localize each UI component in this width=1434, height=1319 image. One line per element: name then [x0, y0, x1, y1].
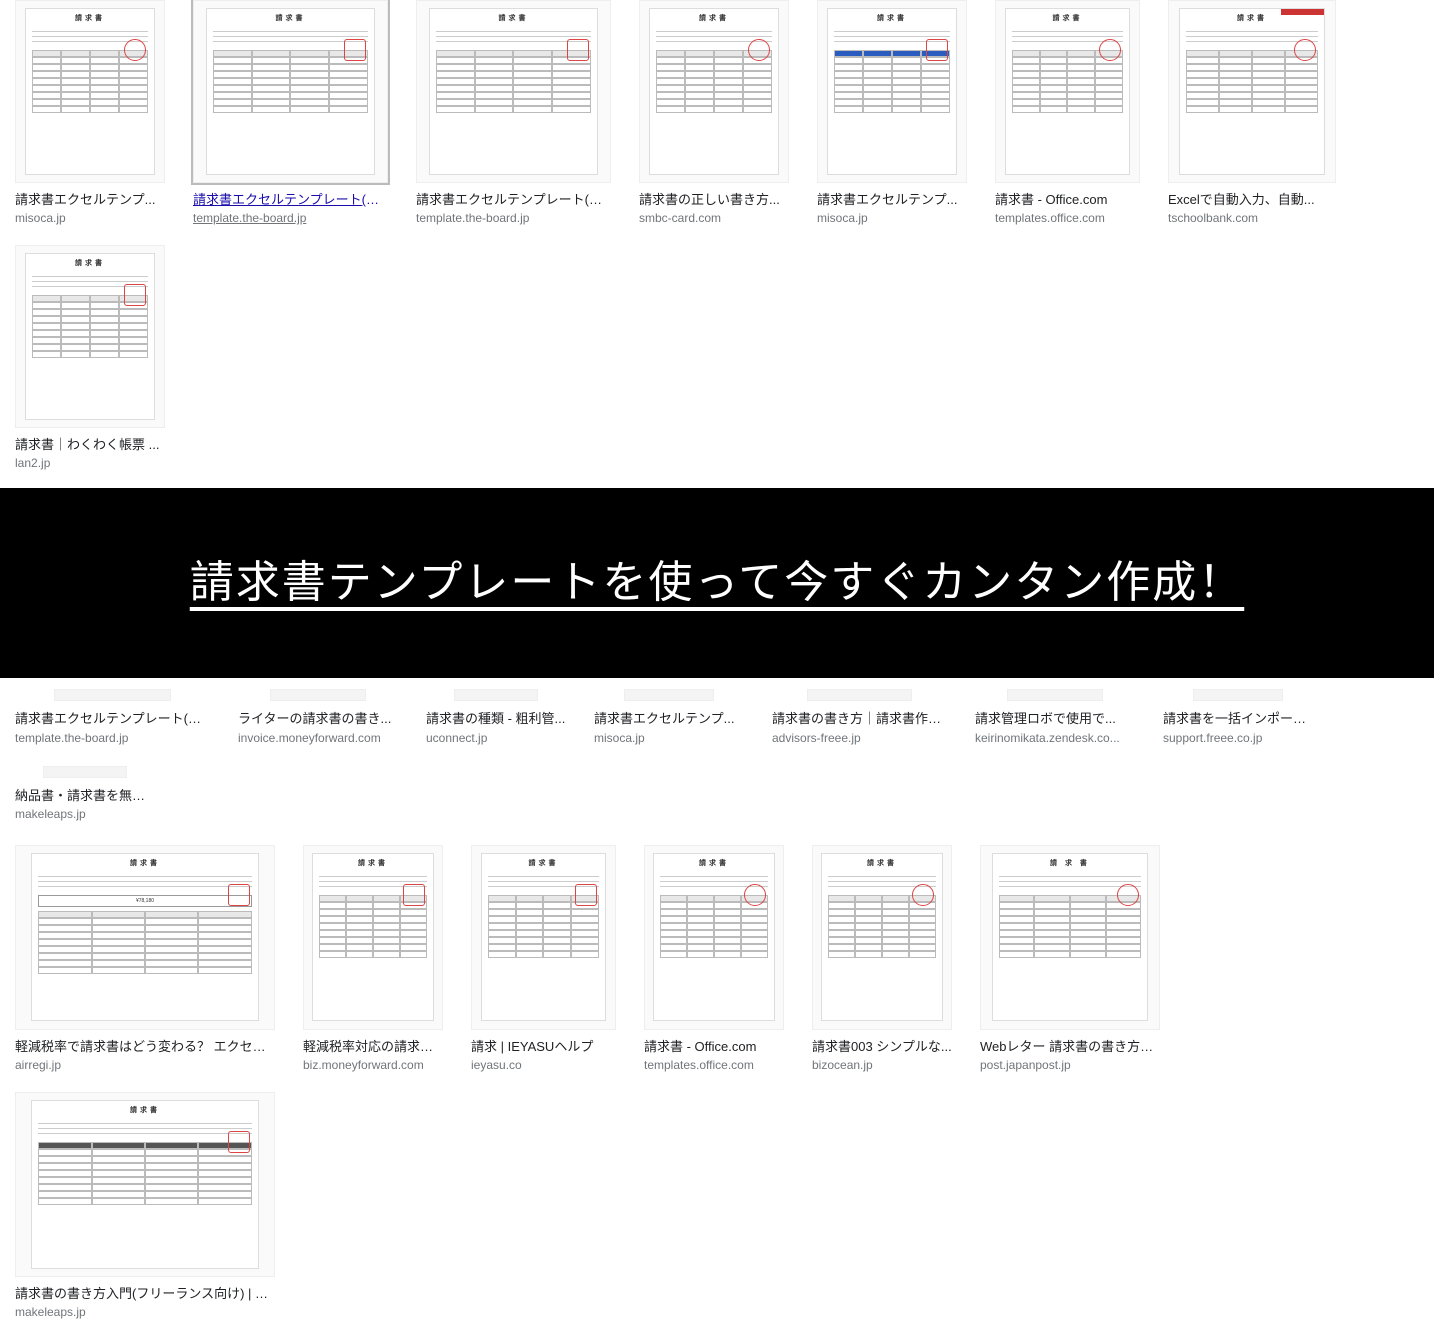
result-thumbnail[interactable] — [426, 688, 566, 702]
result-domain[interactable]: invoice.moneyforward.com — [238, 731, 398, 745]
result-thumbnail[interactable] — [975, 688, 1135, 702]
result-title[interactable]: 請求書エクセルテンプレート(無... — [193, 191, 388, 209]
result-domain[interactable]: template.the-board.jp — [416, 211, 611, 225]
result-title[interactable]: 請求書｜わくわく帳票 ... — [15, 436, 165, 454]
result-title[interactable]: Excelで自動入力、自動... — [1168, 191, 1336, 209]
image-result[interactable]: ライターの請求書の書き...invoice.moneyforward.com — [238, 688, 398, 744]
result-thumbnail[interactable]: 請 求 書 — [980, 845, 1160, 1030]
result-domain[interactable]: template.the-board.jp — [193, 211, 388, 225]
image-result[interactable]: 納品書・請求書を無料... makeleaps.jp — [15, 765, 155, 821]
result-domain[interactable]: post.japanpost.jp — [980, 1058, 1160, 1072]
image-result[interactable]: 請求書請求書｜わくわく帳票 ... lan2.jp — [15, 245, 165, 470]
result-domain[interactable]: makeleaps.jp — [15, 1305, 275, 1319]
image-result[interactable]: 請求書請求書エクセルテンプ... misoca.jp — [817, 0, 967, 225]
result-domain[interactable]: template.the-board.jp — [15, 731, 210, 745]
image-result[interactable]: 請求書請求書エクセルテンプレート(無... template.the-board.… — [416, 0, 611, 225]
image-result[interactable]: 請求書請求書003 シンプルな... bizocean.jp — [812, 845, 952, 1072]
result-domain[interactable]: misoca.jp — [15, 211, 165, 225]
result-domain[interactable]: templates.office.com — [995, 211, 1140, 225]
result-thumbnail[interactable] — [1163, 688, 1313, 702]
image-result[interactable]: 請 求 書 Webレター 請求書の書き方・... post.japanpost.jp — [980, 845, 1160, 1072]
image-result[interactable]: 請求書を一括インポート...support.freee.co.jp — [1163, 688, 1313, 744]
result-title[interactable]: 軽減税率対応の請求書... — [303, 1038, 443, 1056]
image-result[interactable]: 請求書¥78,180 軽減税率で請求書はどう変わる？ エクセル... airregi… — [15, 845, 275, 1072]
image-result[interactable]: 請求書の種類 - 粗利管...uconnect.jp — [426, 688, 566, 744]
result-thumbnail[interactable] — [15, 688, 210, 702]
result-thumbnail[interactable]: 請求書 — [812, 845, 952, 1030]
result-domain[interactable]: support.freee.co.jp — [1163, 731, 1313, 745]
result-domain[interactable]: templates.office.com — [644, 1058, 784, 1072]
result-thumbnail[interactable]: 請求書 — [193, 0, 388, 183]
result-domain[interactable]: bizocean.jp — [812, 1058, 952, 1072]
result-thumbnail[interactable]: 請求書¥78,180 — [15, 845, 275, 1030]
result-domain[interactable]: ieyasu.co — [471, 1058, 616, 1072]
image-result[interactable]: 請求書請求書エクセルテンプ... misoca.jp — [15, 0, 165, 225]
result-title[interactable]: 請求 | IEYASUヘルプ — [471, 1038, 616, 1056]
result-domain[interactable]: keirinomikata.zendesk.co... — [975, 731, 1135, 745]
result-thumbnail[interactable]: 請求書 — [639, 0, 789, 183]
result-title[interactable]: 請求書 - Office.com — [995, 191, 1140, 209]
result-thumbnail[interactable]: 請求書 — [15, 0, 165, 183]
image-result[interactable]: 請求書請求 | IEYASUヘルプ ieyasu.co — [471, 845, 616, 1072]
result-title[interactable]: 請求書の書き方入門(フリーランス向け) | M... — [15, 1285, 275, 1303]
result-title[interactable]: 請求書エクセルテンプレート(無... — [416, 191, 611, 209]
result-title[interactable]: 請求書の正しい書き方... — [639, 191, 789, 209]
result-thumbnail[interactable]: 請求書 — [303, 845, 443, 1030]
result-title[interactable]: 請求書エクセルテンプ... — [15, 191, 165, 209]
result-thumbnail[interactable] — [772, 688, 947, 702]
image-result[interactable]: 請求書軽減税率対応の請求書... biz.moneyforward.com — [303, 845, 443, 1072]
result-title[interactable]: 請求書003 シンプルな... — [812, 1038, 952, 1056]
image-result[interactable]: 請求書エクセルテンプ...misoca.jp — [594, 688, 744, 744]
result-domain[interactable]: makeleaps.jp — [15, 807, 155, 821]
result-thumbnail[interactable] — [15, 765, 155, 779]
image-result[interactable]: 請求書 Excelで自動入力、自動... tschoolbank.com — [1168, 0, 1336, 225]
result-title[interactable]: 軽減税率で請求書はどう変わる？ エクセル... — [15, 1038, 275, 1056]
image-result[interactable]: 請求書の書き方｜請求書作成...advisors-freee.jp — [772, 688, 947, 744]
result-domain[interactable]: misoca.jp — [594, 731, 744, 745]
result-thumbnail[interactable]: 請求書 — [1168, 0, 1336, 183]
result-title[interactable]: 納品書・請求書を無料... — [15, 787, 155, 805]
result-thumbnail[interactable]: 請求書 — [416, 0, 611, 183]
result-thumbnail[interactable]: 請求書 — [817, 0, 967, 183]
result-domain[interactable]: advisors-freee.jp — [772, 731, 947, 745]
result-thumbnail[interactable] — [238, 688, 398, 702]
image-result[interactable]: 請求書請求書 - Office.com templates.office.com — [995, 0, 1140, 225]
image-result[interactable]: 請求書請求書 - Office.com templates.office.com — [644, 845, 784, 1072]
result-title[interactable]: Webレター 請求書の書き方・... — [980, 1038, 1160, 1056]
image-result[interactable]: 請求書請求書エクセルテンプレート(無... template.the-board.… — [193, 0, 388, 225]
result-thumbnail[interactable]: 請求書 — [15, 1092, 275, 1277]
image-result[interactable]: 請求書請求書の書き方入門(フリーランス向け) | M... makeleaps.j… — [15, 1092, 275, 1319]
result-title[interactable]: 請求書エクセルテンプ... — [817, 191, 967, 209]
result-title[interactable]: 請求書 - Office.com — [644, 1038, 784, 1056]
result-domain[interactable]: misoca.jp — [817, 211, 967, 225]
promo-banner[interactable]: 請求書テンプレートを使って今すぐカンタン作成！ — [0, 488, 1434, 678]
result-domain[interactable]: biz.moneyforward.com — [303, 1058, 443, 1072]
result-domain[interactable]: smbc-card.com — [639, 211, 789, 225]
result-thumbnail[interactable]: 請求書 — [644, 845, 784, 1030]
banner-text: 請求書テンプレートを使って今すぐカンタン作成！ — [190, 558, 1244, 607]
result-thumbnail[interactable]: 請求書 — [15, 245, 165, 428]
result-thumbnail[interactable]: 請求書 — [995, 0, 1140, 183]
image-result[interactable]: 請求書請求書の正しい書き方... smbc-card.com — [639, 0, 789, 225]
result-domain[interactable]: tschoolbank.com — [1168, 211, 1336, 225]
image-result[interactable]: 請求書エクセルテンプレート(無...template.the-board.jp — [15, 688, 210, 744]
result-thumbnail[interactable]: 請求書 — [471, 845, 616, 1030]
result-domain[interactable]: uconnect.jp — [426, 731, 566, 745]
result-thumbnail[interactable] — [594, 688, 744, 702]
result-domain[interactable]: airregi.jp — [15, 1058, 275, 1072]
image-result[interactable]: 請求管理ロボで使用で...keirinomikata.zendesk.co... — [975, 688, 1135, 744]
result-domain[interactable]: lan2.jp — [15, 456, 165, 470]
